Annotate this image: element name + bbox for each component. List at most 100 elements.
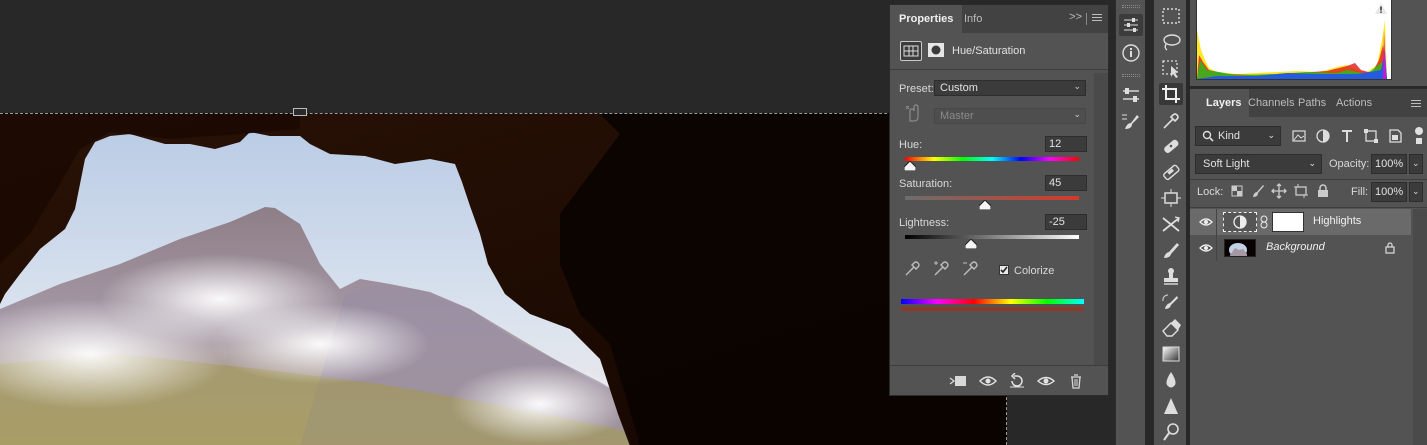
pixel-layer-filter-icon[interactable]	[1291, 128, 1307, 144]
layer-row-background[interactable]: Background	[1190, 235, 1411, 261]
tab-divider	[1086, 13, 1087, 25]
colorize-label: Colorize	[1014, 265, 1055, 277]
preset-dropdown[interactable]: Custom ⌄	[934, 80, 1086, 96]
filter-toggle-icon[interactable]	[1415, 127, 1423, 135]
layer-name[interactable]: Background	[1266, 241, 1325, 253]
panel-menu-icon[interactable]	[1092, 12, 1102, 24]
properties-scrollbar[interactable]	[1094, 73, 1108, 365]
chevron-down-icon: ⌄	[1267, 130, 1275, 140]
chevron-down-icon: ⌄	[1073, 109, 1081, 119]
add-to-sample-eyedropper-icon[interactable]	[932, 260, 952, 280]
eye-icon[interactable]	[1199, 216, 1213, 231]
layers-panel: Layers Channels Paths Actions Kind ⌄ Sof…	[1190, 88, 1427, 445]
brush-settings-panel-icon[interactable]	[1119, 111, 1143, 133]
lightness-slider-track[interactable]	[905, 235, 1079, 239]
row-divider	[1216, 209, 1217, 235]
crop-tool-icon[interactable]	[1159, 83, 1183, 105]
header-divider	[890, 69, 1108, 70]
info-panel-icon[interactable]	[1119, 42, 1143, 64]
view-previous-state-icon[interactable]	[978, 373, 998, 389]
sharpen-tool-icon[interactable]	[1159, 395, 1183, 417]
lock-all-icon[interactable]	[1315, 183, 1331, 199]
preset-label: Preset:	[899, 83, 934, 95]
fill-chevron-icon[interactable]: ⌄	[1409, 182, 1423, 202]
clip-to-layer-icon[interactable]	[948, 373, 968, 389]
brush-tool-icon[interactable]	[1159, 161, 1183, 183]
layer-mask-thumbnail[interactable]	[1272, 212, 1304, 232]
adjustment-title: Hue/Saturation	[952, 45, 1026, 57]
eyedropper-icon[interactable]	[903, 260, 923, 280]
tools-panel	[1153, 0, 1186, 445]
hue-slider-track[interactable]	[905, 157, 1079, 161]
collapse-panels-icon[interactable]: >>	[1069, 11, 1082, 23]
link-icon[interactable]	[1260, 215, 1268, 232]
chevron-down-icon: ⌄	[1308, 158, 1316, 168]
saturation-field[interactable]: 45	[1045, 175, 1087, 191]
opacity-chevron-icon[interactable]: ⌄	[1409, 154, 1423, 174]
layer-filter-dropdown[interactable]: Kind ⌄	[1195, 126, 1281, 146]
histogram-chart	[1196, 0, 1392, 80]
dock-grip[interactable]	[1122, 5, 1140, 8]
type-layer-filter-icon[interactable]	[1339, 128, 1355, 144]
targeted-adjustment-hand-icon[interactable]	[904, 103, 922, 123]
history-brush-tool-icon[interactable]	[1159, 291, 1183, 313]
fill-field[interactable]: 100%	[1371, 182, 1407, 202]
layer-name[interactable]: Highlights	[1313, 215, 1361, 227]
preset-value: Custom	[940, 82, 978, 94]
lock-image-pixels-icon[interactable]	[1250, 183, 1266, 199]
document-canvas[interactable]	[0, 113, 1007, 445]
adjustment-layer-icon[interactable]	[900, 41, 922, 61]
paintbrush-tool-icon[interactable]	[1159, 239, 1183, 261]
eye-icon[interactable]	[1199, 242, 1213, 257]
trash-icon[interactable]	[1066, 373, 1086, 389]
warning-icon[interactable]	[1375, 3, 1387, 18]
shape-layer-filter-icon[interactable]	[1363, 128, 1379, 144]
eraser-tool-icon[interactable]	[1159, 317, 1183, 339]
adjustment-layer-filter-icon[interactable]	[1315, 128, 1331, 144]
properties-body: Preset: Custom ⌄ Master ⌄ Hue: 12 Satura…	[890, 73, 1094, 365]
properties-panel: Properties Info >> Hue/Saturation Preset…	[889, 4, 1109, 396]
tab-info[interactable]: Info	[955, 5, 991, 33]
marquee-tool-icon[interactable]	[1159, 5, 1183, 27]
adjustments-panel-icon[interactable]	[1119, 84, 1143, 106]
content-aware-move-tool-icon[interactable]	[1159, 213, 1183, 235]
filter-toggle-indicator	[1416, 138, 1422, 144]
lock-artboard-icon[interactable]	[1293, 183, 1309, 199]
smart-object-filter-icon[interactable]	[1387, 128, 1403, 144]
adjustment-thumbnail	[1223, 212, 1257, 232]
photoshop-window: Properties Info >> Hue/Saturation Preset…	[0, 0, 1427, 445]
object-selection-tool-icon[interactable]	[1159, 57, 1183, 79]
lock-transparent-pixels-icon[interactable]	[1229, 183, 1245, 199]
tab-actions[interactable]: Actions	[1328, 89, 1380, 117]
saturation-slider-track[interactable]	[905, 196, 1079, 200]
healing-brush-tool-icon[interactable]	[1159, 135, 1183, 157]
lock-position-icon[interactable]	[1271, 183, 1287, 199]
blend-mode-dropdown[interactable]: Soft Light ⌄	[1195, 154, 1322, 174]
layer-mask-icon[interactable]	[926, 41, 948, 61]
frame-tool-icon[interactable]	[1159, 187, 1183, 209]
channel-dropdown[interactable]: Master ⌄	[934, 108, 1086, 124]
properties-panel-icon[interactable]	[1119, 14, 1143, 36]
eyedropper-tool-icon[interactable]	[1159, 109, 1183, 131]
panel-menu-icon[interactable]	[1411, 98, 1421, 110]
tab-properties[interactable]: Properties	[890, 5, 963, 33]
blur-tool-icon[interactable]	[1159, 369, 1183, 391]
hue-field[interactable]: 12	[1045, 136, 1087, 152]
subtract-from-sample-eyedropper-icon[interactable]	[961, 260, 981, 280]
lightness-field[interactable]: -25	[1045, 214, 1087, 230]
toggle-visibility-icon[interactable]	[1036, 373, 1056, 389]
transform-handle[interactable]	[293, 108, 307, 116]
histogram-panel	[1190, 0, 1427, 86]
dodge-tool-icon[interactable]	[1159, 421, 1183, 443]
opacity-field[interactable]: 100%	[1371, 154, 1407, 174]
clone-stamp-tool-icon[interactable]	[1159, 265, 1183, 287]
image-thumbnail	[1224, 239, 1256, 257]
lasso-tool-icon[interactable]	[1159, 31, 1183, 53]
layer-row-highlights[interactable]: Highlights	[1190, 209, 1411, 235]
layers-scrollbar[interactable]	[1413, 209, 1427, 445]
dock-grip[interactable]	[1122, 74, 1140, 77]
properties-tab-bar: Properties Info >>	[890, 5, 1108, 33]
reset-adjustment-icon[interactable]	[1007, 372, 1027, 389]
colorize-checkbox[interactable]	[999, 265, 1009, 275]
gradient-tool-icon[interactable]	[1159, 343, 1183, 365]
